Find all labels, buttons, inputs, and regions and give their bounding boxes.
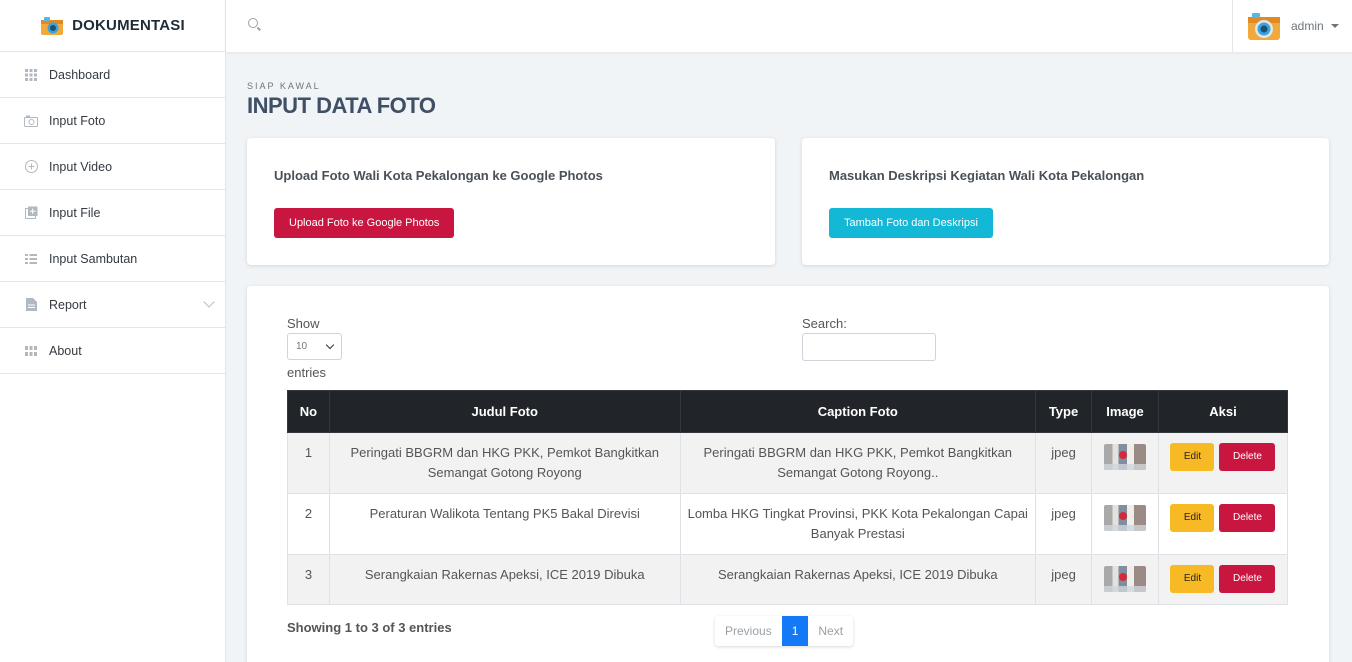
upload-card: Upload Foto Wali Kota Pekalongan ke Goog… xyxy=(247,138,775,265)
sidebar-item-label: Input File xyxy=(49,205,101,220)
table-row: 1 Peringati BBGRM dan HKG PKK, Pemkot Ba… xyxy=(287,432,1289,494)
cell-aksi: Edit Delete xyxy=(1157,432,1289,494)
user-menu[interactable]: admin xyxy=(1232,0,1352,52)
table-row: 3 Serangkaian Rakernas Apeksi, ICE 2019 … xyxy=(287,554,1289,605)
brand[interactable]: DOKUMENTASI xyxy=(0,0,225,52)
cell-image xyxy=(1091,493,1159,555)
entries-label: entries xyxy=(287,365,327,380)
photo-thumbnail[interactable] xyxy=(1104,444,1146,470)
cell-aksi: Edit Delete xyxy=(1157,554,1289,605)
sidebar-item-label: Input Sambutan xyxy=(49,251,138,266)
table-row: 2 Peraturan Walikota Tentang PK5 Bakal D… xyxy=(287,493,1289,555)
grid-icon xyxy=(24,344,38,358)
describe-card-title: Masukan Deskripsi Kegiatan Wali Kota Pek… xyxy=(829,168,1145,183)
photo-table-card: Show 10 entries Search: No Judul Foto Ca… xyxy=(247,286,1329,662)
describe-card: Masukan Deskripsi Kegiatan Wali Kota Pek… xyxy=(802,138,1329,265)
edit-button[interactable]: Edit xyxy=(1170,504,1215,532)
upload-google-photos-button[interactable]: Upload Foto ke Google Photos xyxy=(274,208,455,238)
column-header-no[interactable]: No xyxy=(287,390,330,433)
photo-table: No Judul Foto Caption Foto Type Image Ak… xyxy=(287,390,1289,605)
pagination-next[interactable]: Next xyxy=(808,616,853,646)
sidebar-item-input-foto[interactable]: Input Foto xyxy=(0,98,225,144)
cell-caption: Lomba HKG Tingkat Provinsi, PKK Kota Pek… xyxy=(679,493,1037,555)
sidebar-item-input-video[interactable]: Input Video xyxy=(0,144,225,190)
document-icon xyxy=(24,298,38,312)
pagination: Previous 1 Next xyxy=(715,616,854,646)
cell-judul: Peringati BBGRM dan HKG PKK, Pemkot Bang… xyxy=(328,432,681,494)
delete-button[interactable]: Delete xyxy=(1219,565,1276,593)
sidebar-item-input-file[interactable]: Input File xyxy=(0,190,225,236)
page-eyebrow: SIAP KAWAL xyxy=(247,81,321,91)
sidebar-item-label: Dashboard xyxy=(49,67,111,82)
column-header-image[interactable]: Image xyxy=(1091,390,1159,433)
search-icon[interactable] xyxy=(248,18,258,28)
sidebar-item-label: Report xyxy=(49,297,87,312)
page-title: INPUT DATA FOTO xyxy=(247,93,436,118)
cell-judul: Peraturan Walikota Tentang PK5 Bakal Dir… xyxy=(328,493,681,555)
plus-circle-icon xyxy=(24,160,38,174)
table-info: Showing 1 to 3 of 3 entries xyxy=(287,620,452,635)
upload-card-title: Upload Foto Wali Kota Pekalongan ke Goog… xyxy=(274,168,603,183)
cell-image xyxy=(1091,432,1159,494)
sidebar-item-dashboard[interactable]: Dashboard xyxy=(0,52,225,98)
cell-image xyxy=(1091,554,1159,605)
chevron-down-icon xyxy=(203,296,215,308)
grid-icon xyxy=(24,68,38,82)
delete-button[interactable]: Delete xyxy=(1219,443,1276,471)
column-header-aksi[interactable]: Aksi xyxy=(1157,390,1289,433)
cell-judul: Serangkaian Rakernas Apeksi, ICE 2019 Di… xyxy=(328,554,681,605)
sidebar-item-label: Input Video xyxy=(49,159,113,174)
pagination-previous[interactable]: Previous xyxy=(715,616,782,646)
camera-icon xyxy=(24,114,38,128)
camera-logo-icon xyxy=(40,16,64,36)
sidebar: DOKUMENTASI Dashboard Input Foto Input V… xyxy=(0,0,226,662)
cell-type: jpeg xyxy=(1035,493,1093,555)
search-label: Search: xyxy=(802,316,847,331)
cell-type: jpeg xyxy=(1035,432,1093,494)
chevron-down-icon xyxy=(325,340,335,350)
top-header: admin xyxy=(226,0,1352,52)
add-photo-description-button[interactable]: Tambah Foto dan Deskripsi xyxy=(829,208,993,238)
brand-name: DOKUMENTASI xyxy=(72,17,185,34)
cell-caption: Serangkaian Rakernas Apeksi, ICE 2019 Di… xyxy=(679,554,1037,605)
edit-button[interactable]: Edit xyxy=(1170,565,1215,593)
file-add-icon xyxy=(24,206,38,220)
page-size-value: 10 xyxy=(296,341,308,352)
cell-type: jpeg xyxy=(1035,554,1093,605)
cell-caption: Peringati BBGRM dan HKG PKK, Pemkot Bang… xyxy=(679,432,1037,494)
cell-no: 1 xyxy=(287,432,330,494)
pagination-page-1[interactable]: 1 xyxy=(781,616,809,646)
sidebar-item-label: About xyxy=(49,343,82,358)
sidebar-item-input-sambutan[interactable]: Input Sambutan xyxy=(0,236,225,282)
grid-icon xyxy=(24,252,38,266)
cell-no: 2 xyxy=(287,493,330,555)
photo-thumbnail[interactable] xyxy=(1104,505,1146,531)
page-size-select[interactable]: 10 xyxy=(287,333,342,360)
column-header-caption[interactable]: Caption Foto xyxy=(679,390,1037,433)
show-label: Show xyxy=(287,316,320,331)
cell-aksi: Edit Delete xyxy=(1157,493,1289,555)
column-header-judul[interactable]: Judul Foto xyxy=(328,390,681,433)
sidebar-item-about[interactable]: About xyxy=(0,328,225,374)
sidebar-item-report[interactable]: Report xyxy=(0,282,225,328)
table-search-input[interactable] xyxy=(802,333,936,361)
table-header-row: No Judul Foto Caption Foto Type Image Ak… xyxy=(287,390,1289,433)
user-name: admin xyxy=(1291,19,1324,33)
sidebar-item-label: Input Foto xyxy=(49,113,106,128)
column-header-type[interactable]: Type xyxy=(1035,390,1093,433)
delete-button[interactable]: Delete xyxy=(1219,504,1276,532)
cell-no: 3 xyxy=(287,554,330,605)
avatar xyxy=(1247,11,1281,41)
photo-thumbnail[interactable] xyxy=(1104,566,1146,592)
caret-down-icon xyxy=(1330,24,1339,28)
edit-button[interactable]: Edit xyxy=(1170,443,1215,471)
